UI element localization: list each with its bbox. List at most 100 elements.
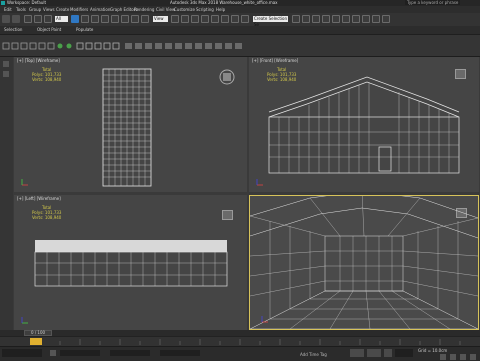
y-coordinate-field[interactable] [110, 350, 150, 356]
tool-icon [175, 43, 182, 49]
redo-icon[interactable] [12, 15, 20, 23]
pan-navigation-icon[interactable] [460, 354, 466, 360]
workspace-label[interactable]: Workspace: Default [7, 0, 46, 5]
shapes-icon [66, 43, 72, 49]
unlink-icon[interactable] [34, 15, 42, 23]
menu-item-customize[interactable]: Customize [174, 7, 195, 12]
reference-coordinate-dropdown[interactable]: View [153, 16, 168, 22]
move-icon[interactable] [111, 15, 119, 23]
selection-filter-dropdown[interactable]: All [55, 16, 68, 22]
render-production-icon[interactable] [382, 15, 390, 23]
mirror-icon[interactable] [292, 15, 300, 23]
modify-panel-icon [11, 42, 19, 50]
app-icon[interactable] [1, 1, 5, 5]
viewport-left[interactable]: [+] [Left] [Wireframe] Total Polys: 101,… [14, 195, 247, 330]
toggle-ribbon-icon[interactable] [322, 15, 330, 23]
menu-item-scripting[interactable]: Scripting [196, 7, 214, 12]
rendered-frame-window-icon[interactable] [372, 15, 380, 23]
keyframe-marker[interactable] [30, 338, 42, 345]
select-link-icon[interactable] [24, 15, 32, 23]
bind-space-warp-icon[interactable] [44, 15, 52, 23]
select-manipulate-icon[interactable] [181, 15, 189, 23]
layer-explorer-icon[interactable] [312, 15, 320, 23]
curve-editor-icon[interactable] [332, 15, 340, 23]
menu-item-animation[interactable]: Animation [90, 7, 110, 12]
helpers-icon [94, 42, 102, 50]
tool-icon [135, 43, 142, 49]
scale-icon[interactable] [131, 15, 139, 23]
tool-icon [195, 43, 202, 49]
left-side-strip [0, 57, 13, 330]
viewport-front[interactable]: [+] [Front] [Wireframe] Total Polys: 101… [249, 57, 479, 192]
rotate-icon[interactable] [121, 15, 129, 23]
axis-tripod-icon [21, 317, 28, 324]
viewport-perspective[interactable] [249, 195, 479, 330]
utilities-panel-icon [47, 42, 55, 50]
top-wireframe [21, 68, 235, 187]
perspective-wireframe [250, 196, 478, 329]
maxscript-listener-field[interactable] [2, 349, 42, 357]
menu-item-views[interactable]: Views [43, 7, 55, 12]
tool-icon [185, 43, 192, 49]
x-coordinate-field[interactable] [60, 350, 100, 356]
select-by-name-icon[interactable] [81, 15, 89, 23]
add-time-tag-button[interactable]: Add Time Tag [300, 352, 327, 357]
tool-icon [205, 43, 212, 49]
command-toolbar-icons [2, 42, 242, 50]
menu-item-create[interactable]: Create [56, 7, 69, 12]
tool-icon [225, 43, 232, 49]
tool-icon [145, 43, 152, 49]
menu-item-tools[interactable]: Tools [16, 7, 26, 12]
tool-icon [235, 43, 242, 49]
viewport-layout-icon[interactable] [3, 71, 9, 77]
main-toolbar: All View Create Selection Se [0, 13, 480, 27]
set-key-button[interactable] [367, 349, 381, 357]
rectangular-selection-icon[interactable] [91, 15, 99, 23]
menu-item-group[interactable]: Group [29, 7, 41, 12]
ribbon-tab-populate[interactable]: Populate [76, 27, 93, 32]
scene-explorer-toggle-icon[interactable] [3, 61, 9, 67]
ribbon-bar: Selection Object Paint Populate [0, 26, 480, 35]
current-frame-field[interactable] [395, 349, 413, 357]
menu-item-modifiers[interactable]: Modifiers [70, 7, 88, 12]
maximize-viewport-icon[interactable] [470, 354, 476, 360]
undo-icon[interactable] [2, 15, 10, 23]
placement-icon[interactable] [141, 15, 149, 23]
render-setup-icon[interactable] [362, 15, 370, 23]
hierarchy-panel-icon [20, 42, 28, 50]
menu-item-rendering[interactable]: Rendering [134, 7, 154, 12]
z-coordinate-field[interactable] [160, 350, 200, 356]
spinner-snap-icon[interactable] [231, 15, 239, 23]
search-field[interactable]: Type a keyword or phrase [405, 0, 461, 5]
keyboard-shortcut-icon[interactable] [191, 15, 199, 23]
viewport-top[interactable]: [+] [Top] [Wireframe] Total Polys: 101,7… [14, 57, 247, 192]
menu-item-edit[interactable]: Edit [4, 7, 12, 12]
angle-snap-icon[interactable] [211, 15, 219, 23]
window-crossing-icon[interactable] [101, 15, 109, 23]
named-selection-dropdown[interactable]: Create Selection Se [253, 16, 288, 27]
command-toolbar [0, 35, 480, 57]
selection-lock-icon[interactable] [50, 350, 56, 356]
left-wireframe [21, 240, 228, 324]
axis-tripod-icon [261, 316, 268, 323]
edit-named-selection-icon[interactable] [241, 15, 249, 23]
pivot-center-icon[interactable] [171, 15, 179, 23]
select-object-icon[interactable] [71, 15, 79, 23]
orbit-navigation-icon[interactable] [440, 354, 446, 360]
ribbon-tab-selection[interactable]: Selection [4, 27, 22, 32]
ribbon-tab-object-paint[interactable]: Object Paint [37, 27, 61, 32]
material-editor-icon[interactable] [352, 15, 360, 23]
align-icon[interactable] [302, 15, 310, 23]
schematic-view-icon[interactable] [342, 15, 350, 23]
percent-snap-icon[interactable] [221, 15, 229, 23]
menu-item-help[interactable]: Help [216, 7, 225, 12]
display-panel-icon [38, 42, 46, 50]
axis-tripod-icon [256, 179, 263, 186]
menu-item-civil-view[interactable]: Civil View [156, 7, 175, 12]
play-icon[interactable] [384, 349, 392, 357]
axis-tripod-icon [21, 179, 28, 186]
auto-key-button[interactable] [350, 349, 364, 357]
zoom-navigation-icon[interactable] [450, 354, 456, 360]
snaps-toggle-icon[interactable] [201, 15, 209, 23]
motion-panel-icon [29, 42, 37, 50]
